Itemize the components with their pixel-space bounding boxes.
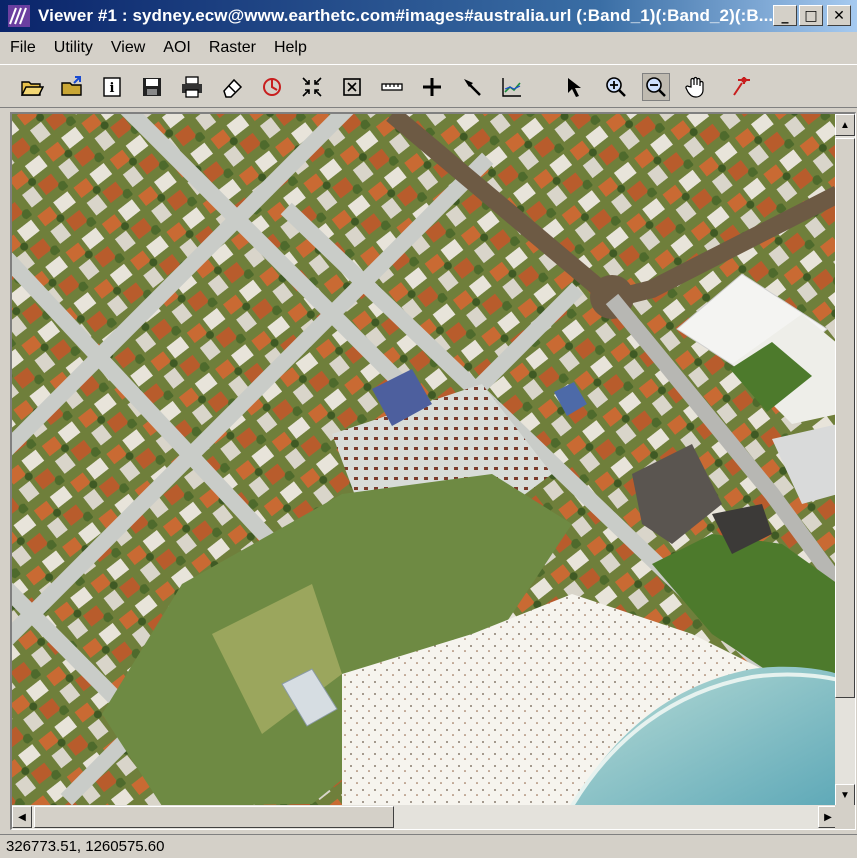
save-icon[interactable] (138, 73, 166, 101)
scroll-down-button[interactable]: ▼ (835, 784, 855, 806)
info-icon[interactable]: i (98, 73, 126, 101)
close-button[interactable]: ✕ (827, 5, 851, 26)
menu-help[interactable]: Help (274, 39, 307, 57)
minimize-button[interactable]: _ (773, 5, 797, 26)
measure-icon[interactable] (378, 73, 406, 101)
title-bar[interactable]: Viewer #1 : sydney.ecw@www.earthetc.com#… (0, 0, 857, 32)
zoom-in-icon[interactable] (602, 73, 630, 101)
pick-icon[interactable] (458, 73, 486, 101)
open-folder-icon[interactable] (18, 73, 46, 101)
scroll-up-button[interactable]: ▲ (835, 114, 855, 136)
pin-icon[interactable] (726, 73, 754, 101)
window-title: Viewer #1 : sydney.ecw@www.earthetc.com#… (38, 6, 774, 25)
eraser-icon[interactable] (218, 73, 246, 101)
menu-raster[interactable]: Raster (209, 39, 256, 57)
print-icon[interactable] (178, 73, 206, 101)
horizontal-scroll-thumb[interactable] (34, 806, 394, 828)
fit-window-icon[interactable] (338, 73, 366, 101)
select-arrow-icon[interactable] (562, 73, 590, 101)
profile-icon[interactable] (498, 73, 526, 101)
zoom-out-icon[interactable] (642, 73, 670, 101)
toolbar: i (0, 64, 857, 108)
open-layer-icon[interactable] (58, 73, 86, 101)
status-bar: 326773.51, 1260575.60 (0, 834, 857, 858)
vertical-scroll-thumb[interactable] (835, 138, 855, 698)
menu-utility[interactable]: Utility (54, 39, 93, 57)
scroll-corner (835, 805, 855, 829)
crosshair-icon[interactable] (418, 73, 446, 101)
zoom-to-data-icon[interactable] (298, 73, 326, 101)
map-viewport[interactable]: ▲ ▼ ◀ ▶ (10, 112, 856, 830)
menu-view[interactable]: View (111, 39, 145, 57)
viewer-app-icon (8, 5, 30, 27)
aerial-imagery[interactable] (12, 114, 838, 806)
maximize-button[interactable]: □ (799, 5, 823, 26)
viewer-window: Viewer #1 : sydney.ecw@www.earthetc.com#… (0, 0, 857, 858)
menu-aoi[interactable]: AOI (163, 39, 191, 57)
vertical-scrollbar[interactable]: ▲ ▼ (835, 114, 855, 806)
scroll-left-button[interactable]: ◀ (12, 806, 32, 828)
menu-file[interactable]: File (10, 39, 36, 57)
menu-bar: File Utility View AOI Raster Help (0, 34, 857, 62)
cursor-coordinates: 326773.51, 1260575.60 (6, 838, 165, 855)
horizontal-scrollbar[interactable]: ◀ ▶ (12, 805, 838, 829)
pan-hand-icon[interactable] (682, 73, 710, 101)
svg-text:i: i (110, 81, 115, 96)
rotate-icon[interactable] (258, 73, 286, 101)
